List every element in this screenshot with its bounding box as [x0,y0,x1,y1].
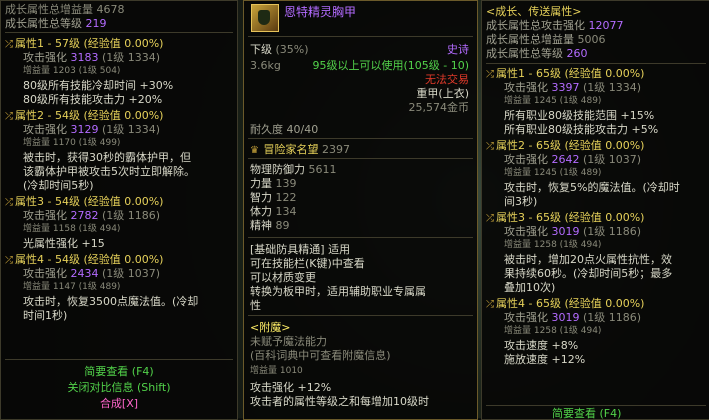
attr-gain: 增益量 1258 (1级 494) [504,240,602,250]
bottom-line: 攻击强化 +12% [250,381,332,394]
header-row: 成长属性总等级 260 [486,47,588,60]
attr-gain: 增益量 1147 (1级 489) [23,282,121,292]
shuffle-icon: ⤮ [5,111,13,122]
stat-row: 物理防御力 5611 [250,163,337,176]
divider [248,237,473,238]
bottom-line: 攻击者的属性等级之和每增加10级时 [250,395,429,408]
attr-effect: 光属性强化 +15 [23,237,105,250]
brief-view-button[interactable]: 简要查看 (F4) [1,365,237,378]
gain-line: 增益量 1010 [250,366,303,376]
shuffle-icon: ⤮ [486,141,494,152]
attr-effect: 攻击速度 +8% [504,339,579,352]
divider [5,32,233,33]
divider [248,138,473,139]
close-compare-button[interactable]: 关闭对比信息 (Shift) [1,381,237,394]
growth-attributes-panel: <成长、传送属性> 成长属性总攻击强化 12077 成长属性总增益量 5006 … [481,0,709,420]
enchant-line: 未赋予魔法能力 [250,335,327,348]
attr-title: ⤮ 属性3 - 65级 (经验值 0.00%) [486,211,645,224]
mastery-line: 可在技能栏(K键)中查看 [250,257,365,270]
crown-icon: ♛ [250,145,259,156]
mastery-line: 转换为板甲时，适用辅助职业专属属 [250,285,426,298]
item-weight: 3.6kg [250,59,281,72]
attr-gain: 增益量 1258 (1级 494) [504,326,602,336]
attr-effect: 果持续60秒。(冷却时间5秒；最多 [504,267,673,280]
divider [486,405,706,406]
attr-effect: 80级所有技能冷却时间 +30% [23,79,174,92]
attr-attack: 攻击强化 2434 (1级 1037) [23,267,161,280]
stat-row: 精神 89 [250,219,290,232]
item-level-requirement: 95级以上可以使用(105级 - 10) [312,59,469,72]
attr-attack: 攻击强化 3183 (1级 1334) [23,51,161,64]
attr-effect: 该霸体护甲被攻击5次时立即解除。 [23,165,195,178]
attr-gain: 增益量 1170 (1级 499) [23,138,121,148]
attr-effect: 所有职业80级技能攻击力 +5% [504,123,659,136]
divider [248,158,473,159]
item-tooltip: 恩特精灵胸甲 下级 (35%) 史诗 3.6kg 95级以上可以使用(105级 … [243,0,478,420]
header-row: 成长属性总增益量 5006 [486,33,606,46]
stat-row: 力量 139 [250,177,297,190]
mastery-line: 可以材质变更 [250,271,316,284]
shuffle-icon: ⤮ [5,197,13,208]
attr-attack: 攻击强化 2642 (1级 1037) [504,153,642,166]
attr-title: ⤮ 属性4 - 54级 (经验值 0.00%) [5,253,164,266]
item-trade-status: 无法交易 [425,73,469,86]
item-name: 恩特精灵胸甲 [284,5,357,19]
panel-title: <成长、传送属性> [486,5,582,18]
growth-total-level: 成长属性总等级 219 [5,17,107,30]
adventurer-fame: ♛ 冒险家名望 2397 [250,143,350,156]
shuffle-icon: ⤮ [5,255,13,266]
stat-row: 智力 122 [250,191,297,204]
item-type: 重甲(上衣) [416,87,469,100]
attr-attack: 攻击强化 3397 (1级 1334) [504,81,642,94]
brief-view-button[interactable]: 简要查看 (F4) [552,407,621,419]
stat-row: 体力 134 [250,205,297,218]
attr-gain: 增益量 1245 (1级 489) [504,96,602,106]
enchant-title: <附魔> [250,321,291,334]
mastery-line: 性 [250,299,261,312]
compare-tooltip-left: 成长属性总增益量 4678 成长属性总等级 219 ⤮ 属性1 - 57级 (经验… [0,0,238,420]
item-durability: 耐久度 40/40 [250,123,319,136]
attr-title: ⤮ 属性2 - 65级 (经验值 0.00%) [486,139,645,152]
attr-title: ⤮ 属性1 - 57级 (经验值 0.00%) [5,37,164,50]
synthesize-button[interactable]: 合成[X] [1,397,237,410]
attr-effect: (冷却时间5秒) [23,179,94,192]
attr-effect: 时间1秒) [23,309,68,322]
attr-effect: 所有职业80级技能范围 +15% [504,109,655,122]
attr-effect: 施放速度 +12% [504,353,586,366]
attr-effect: 80级所有技能攻击力 +20% [23,93,163,106]
attr-effect: 攻击时，恢复5%的魔法值。(冷却时 [504,181,680,194]
attr-gain: 增益量 1245 (1级 489) [504,168,602,178]
header-row: 成长属性总攻击强化 12077 [486,19,624,32]
attr-title: ⤮ 属性3 - 54级 (经验值 0.00%) [5,195,164,208]
attr-effect: 被击时，增加20点火属性抗性，效 [504,253,672,266]
attr-attack: 攻击强化 3019 (1级 1186) [504,225,642,238]
mastery-line: [基础防具精通] 适用 [250,243,351,256]
attr-effect: 攻击时，恢复3500点魔法值。(冷却 [23,295,199,308]
attr-effect: 叠加10次) [504,281,556,294]
divider [5,359,233,360]
item-rarity: 史诗 [447,43,469,56]
growth-total-gain: 成长属性总增益量 4678 [5,3,125,16]
attr-gain: 增益量 1203 (1级 504) [23,66,121,76]
divider [486,63,706,64]
shuffle-icon: ⤮ [486,213,494,224]
attr-gain: 增益量 1158 (1级 494) [23,224,121,234]
divider [248,36,473,37]
attr-attack: 攻击强化 2782 (1级 1186) [23,209,161,222]
item-grade: 下级 (35%) [250,43,309,56]
attr-title: ⤮ 属性4 - 65级 (经验值 0.00%) [486,297,645,310]
shuffle-icon: ⤮ [486,69,494,80]
attr-attack: 攻击强化 3129 (1级 1334) [23,123,161,136]
shuffle-icon: ⤮ [5,39,13,50]
attr-effect: 间3秒) [504,195,538,208]
attr-attack: 攻击强化 3019 (1级 1186) [504,311,642,324]
attr-title: ⤮ 属性2 - 54级 (经验值 0.00%) [5,109,164,122]
divider [248,315,473,316]
shuffle-icon: ⤮ [486,299,494,310]
chest-armor-icon [251,4,279,32]
enchant-line: (百科词典中可查看附魔信息) [250,349,391,362]
attr-effect: 被击时，获得30秒的霸体护甲，但 [23,151,191,164]
item-price: 25,574金币 [408,101,470,114]
attr-title: ⤮ 属性1 - 65级 (经验值 0.00%) [486,67,645,80]
